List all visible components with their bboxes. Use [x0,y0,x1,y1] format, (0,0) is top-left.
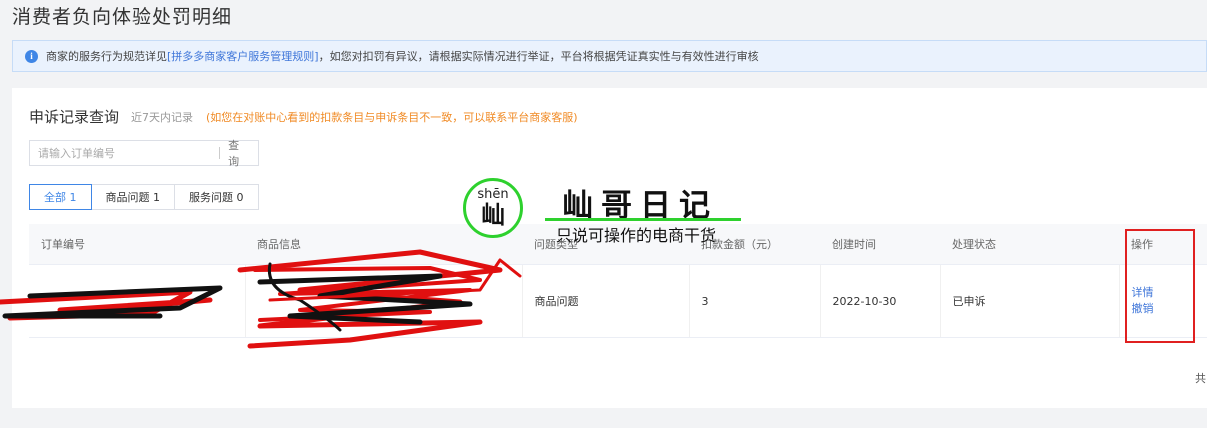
cell-status: 已申诉 [940,264,1120,338]
rules-link[interactable]: [拼多多商家客户服务管理规则] [167,48,319,64]
pagination-total: 共 [1195,372,1206,385]
watermark-logo: shēn 屾 [463,178,523,238]
cell-created: 2022-10-30 [820,264,941,338]
search-button[interactable]: 查询 [220,137,258,169]
watermark-slogan: 只说可操作的电商干货 [556,226,717,245]
watermark-pinyin: shēn [477,187,509,202]
notice-text-after: ，如您对扣罚有异议，请根据实际情况进行举证，平台将根据凭证真实性与有效性进行审核 [318,50,759,63]
order-search-input[interactable] [30,141,220,165]
watermark-char: 屾 [481,201,505,229]
search-box: 查询 [29,137,259,169]
tab-all[interactable]: 全部 1 [29,184,92,210]
header-status: 处理状态 [940,224,1119,265]
range-label: 近7天内记录 [131,111,193,124]
cell-amount: 3 [689,264,821,338]
tab-service-issue[interactable]: 服务问题 0 [174,184,259,210]
tab-product-issue[interactable]: 商品问题 1 [90,184,175,210]
section-note: (如您在对账中心看到的扣款条目与申诉条目不一致，可以联系平台商家客服) [206,111,578,124]
page-title: 消费者负向体验处罚明细 [12,6,233,28]
highlight-box [1125,229,1195,343]
notice-banner: i 商家的服务行为规范详见 [拼多多商家客户服务管理规则] ，如您对扣罚有异议，… [12,40,1207,72]
header-created: 创建时间 [820,224,940,265]
redaction-scribble [0,249,522,349]
section-title: 申诉记录查询 [29,108,120,126]
watermark-underline [545,218,741,221]
info-icon: i [25,49,38,63]
notice-text-before: 商家的服务行为规范详见 [46,50,167,63]
filter-tabs: 全部 1 商品问题 1 服务问题 0 [29,184,259,210]
